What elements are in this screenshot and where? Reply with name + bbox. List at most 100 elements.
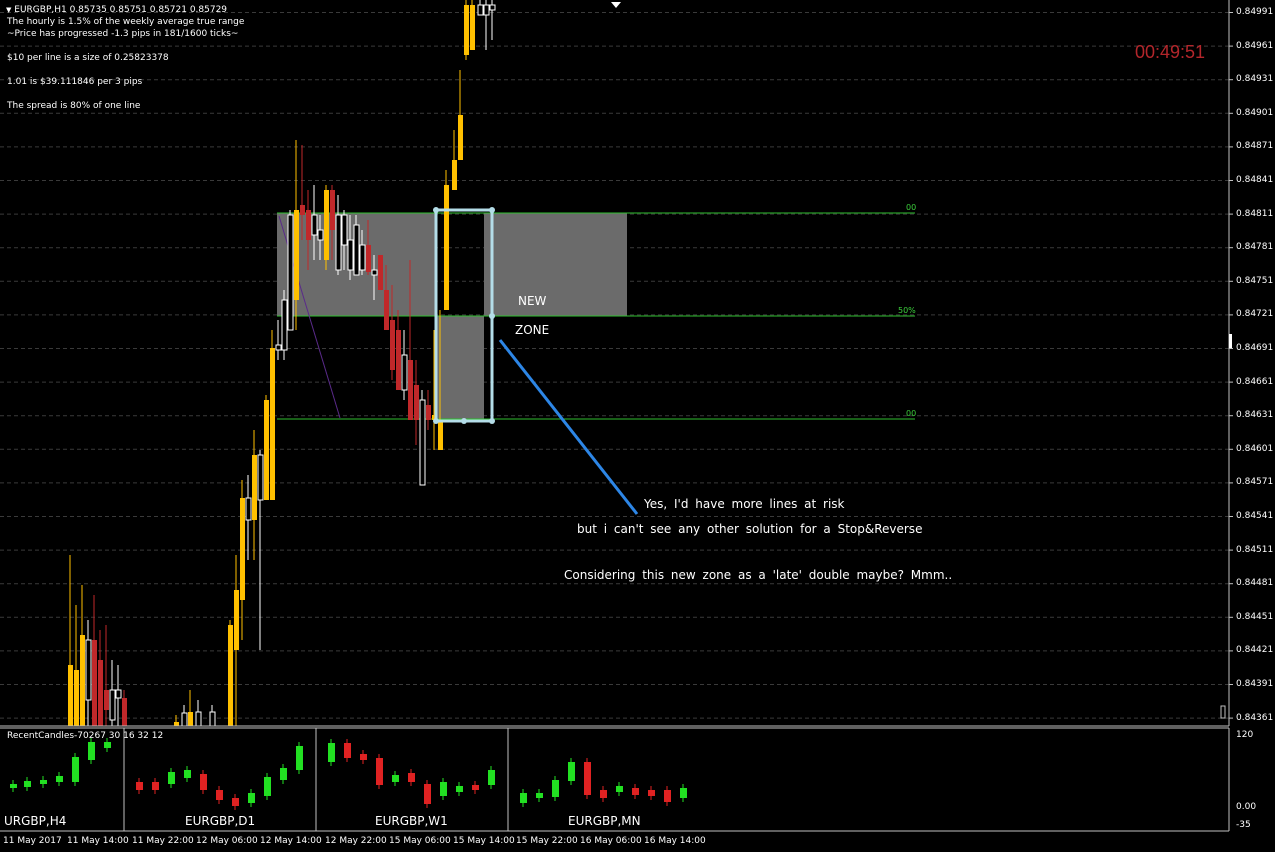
- current-price-marker: [1229, 334, 1232, 348]
- candle-body: [378, 255, 383, 290]
- sub-candle-body: [600, 790, 607, 798]
- candle-body: [414, 385, 419, 420]
- subwindow-scale-zero: 0.00: [1236, 802, 1257, 812]
- candle-body: [401, 354, 408, 391]
- candle-body: [341, 214, 348, 246]
- price-axis-ticks: [1229, 12, 1233, 719]
- sub-candle-body: [472, 785, 479, 790]
- sub-candle-body: [24, 781, 31, 787]
- sub-candle-body: [280, 768, 287, 780]
- time-axis-label: 15 May 22:00: [516, 836, 578, 846]
- candle-body: [489, 4, 496, 11]
- candle-body: [115, 689, 122, 699]
- chart-menu-icon[interactable]: ▼: [6, 6, 11, 14]
- sub-candle-body: [296, 746, 303, 770]
- sub-candle-body: [184, 770, 191, 778]
- candle-body: [419, 399, 426, 486]
- candle-body: [74, 670, 79, 726]
- sub-candle-body: [216, 790, 223, 800]
- sub-candle-body: [56, 776, 63, 782]
- sub-candle-body: [104, 742, 111, 748]
- sub-candle-body: [264, 777, 271, 796]
- candle-body: [294, 210, 299, 300]
- subpanel-label-w1: EURGBP,W1: [375, 814, 448, 828]
- shift-marker-icon[interactable]: [611, 2, 621, 8]
- time-axis-label: 15 May 14:00: [453, 836, 515, 846]
- sub-candle-body: [616, 786, 623, 792]
- sub-candle-body: [424, 784, 431, 804]
- price-axis-label: 0.84901: [1236, 107, 1274, 118]
- sub-candle-body: [10, 784, 17, 788]
- sub-candle-body: [632, 788, 639, 795]
- candle-body: [359, 244, 366, 271]
- candle-body: [426, 405, 431, 420]
- sub-candle-body: [520, 793, 527, 803]
- candle-body: [275, 344, 282, 351]
- sub-candle-body: [680, 788, 687, 798]
- time-axis-label: 11 May 14:00: [67, 836, 129, 846]
- candle-body: [483, 4, 490, 16]
- zone-rect-right[interactable]: [484, 213, 627, 316]
- sub-candle-body: [88, 742, 95, 760]
- price-axis-label: 0.84451: [1236, 611, 1274, 622]
- price-axis-label: 0.84361: [1236, 712, 1274, 723]
- annotation-arrow-line[interactable]: [498, 339, 639, 515]
- candle-body: [181, 712, 188, 727]
- candle-body: [287, 214, 294, 331]
- price-axis-label: 0.84691: [1236, 343, 1274, 353]
- candle-body: [122, 698, 127, 726]
- zone-rect-lower[interactable]: [436, 316, 484, 420]
- time-axis-label: 11 May 22:00: [132, 836, 194, 846]
- candle-body: [252, 455, 257, 520]
- candle-body: [98, 660, 103, 726]
- zone-label-zone: ZONE: [515, 323, 550, 337]
- time-axis-label: 11 May 2017: [3, 836, 62, 846]
- candle-body: [104, 690, 109, 710]
- subwindow-scale-bottom: -35: [1236, 820, 1251, 830]
- sub-candle-body: [232, 798, 239, 806]
- sub-candle-body: [168, 772, 175, 784]
- annotation-line-1: Yes, I'd have more lines at risk: [644, 497, 845, 511]
- info-line-3: $10 per line is a size of 0.25823378: [7, 53, 169, 63]
- price-axis-label: 0.84871: [1236, 141, 1274, 152]
- candle-body: [80, 635, 85, 726]
- info-line-1: The hourly is 1.5% of the weekly average…: [7, 17, 245, 27]
- candle-body: [396, 330, 401, 390]
- annotation-line-3: Considering this new zone as a 'late' do…: [564, 568, 953, 582]
- candle-body: [458, 115, 463, 160]
- candle-body: [270, 348, 275, 500]
- subwindow-scale-top: 120: [1236, 730, 1254, 740]
- candle-body: [452, 160, 457, 190]
- recent-candles-series: [10, 738, 687, 810]
- candle-body: [174, 722, 179, 726]
- main-chart[interactable]: [0, 0, 1275, 852]
- info-line-5: The spread is 80% of one line: [7, 101, 141, 111]
- candle-body: [464, 5, 469, 55]
- price-axis-label: 0.84961: [1236, 40, 1274, 51]
- annotation-line-2: but i can't see any other solution for a…: [577, 522, 923, 536]
- candle-body: [300, 205, 305, 215]
- sub-candle-body: [40, 780, 47, 784]
- price-axis-label: 0.84541: [1236, 511, 1274, 521]
- candle-body: [347, 239, 354, 271]
- candle-body: [245, 497, 252, 521]
- candle-body: [264, 400, 269, 500]
- chart-scroll-marker[interactable]: [1220, 705, 1226, 719]
- candle-body: [390, 320, 395, 370]
- price-axis-label: 0.84811: [1236, 208, 1274, 219]
- price-axis-label: 0.84721: [1236, 309, 1274, 320]
- candle-body: [68, 665, 73, 726]
- sub-candle-body: [392, 775, 399, 782]
- sub-candle-body: [136, 782, 143, 790]
- candle-body: [335, 214, 342, 271]
- sub-candle-body: [488, 770, 495, 785]
- sub-candle-body: [328, 743, 335, 762]
- candle-timer: 00:49:51: [1135, 42, 1206, 62]
- candle-body: [85, 639, 92, 701]
- candle-body: [371, 269, 378, 276]
- candle-body: [438, 420, 443, 450]
- sub-candle-body: [200, 774, 207, 790]
- sub-candle-body: [456, 786, 463, 792]
- candle-body: [209, 711, 216, 727]
- symbol-line: EURGBP,H1 0.85735 0.85751 0.85721 0.8572…: [14, 5, 228, 15]
